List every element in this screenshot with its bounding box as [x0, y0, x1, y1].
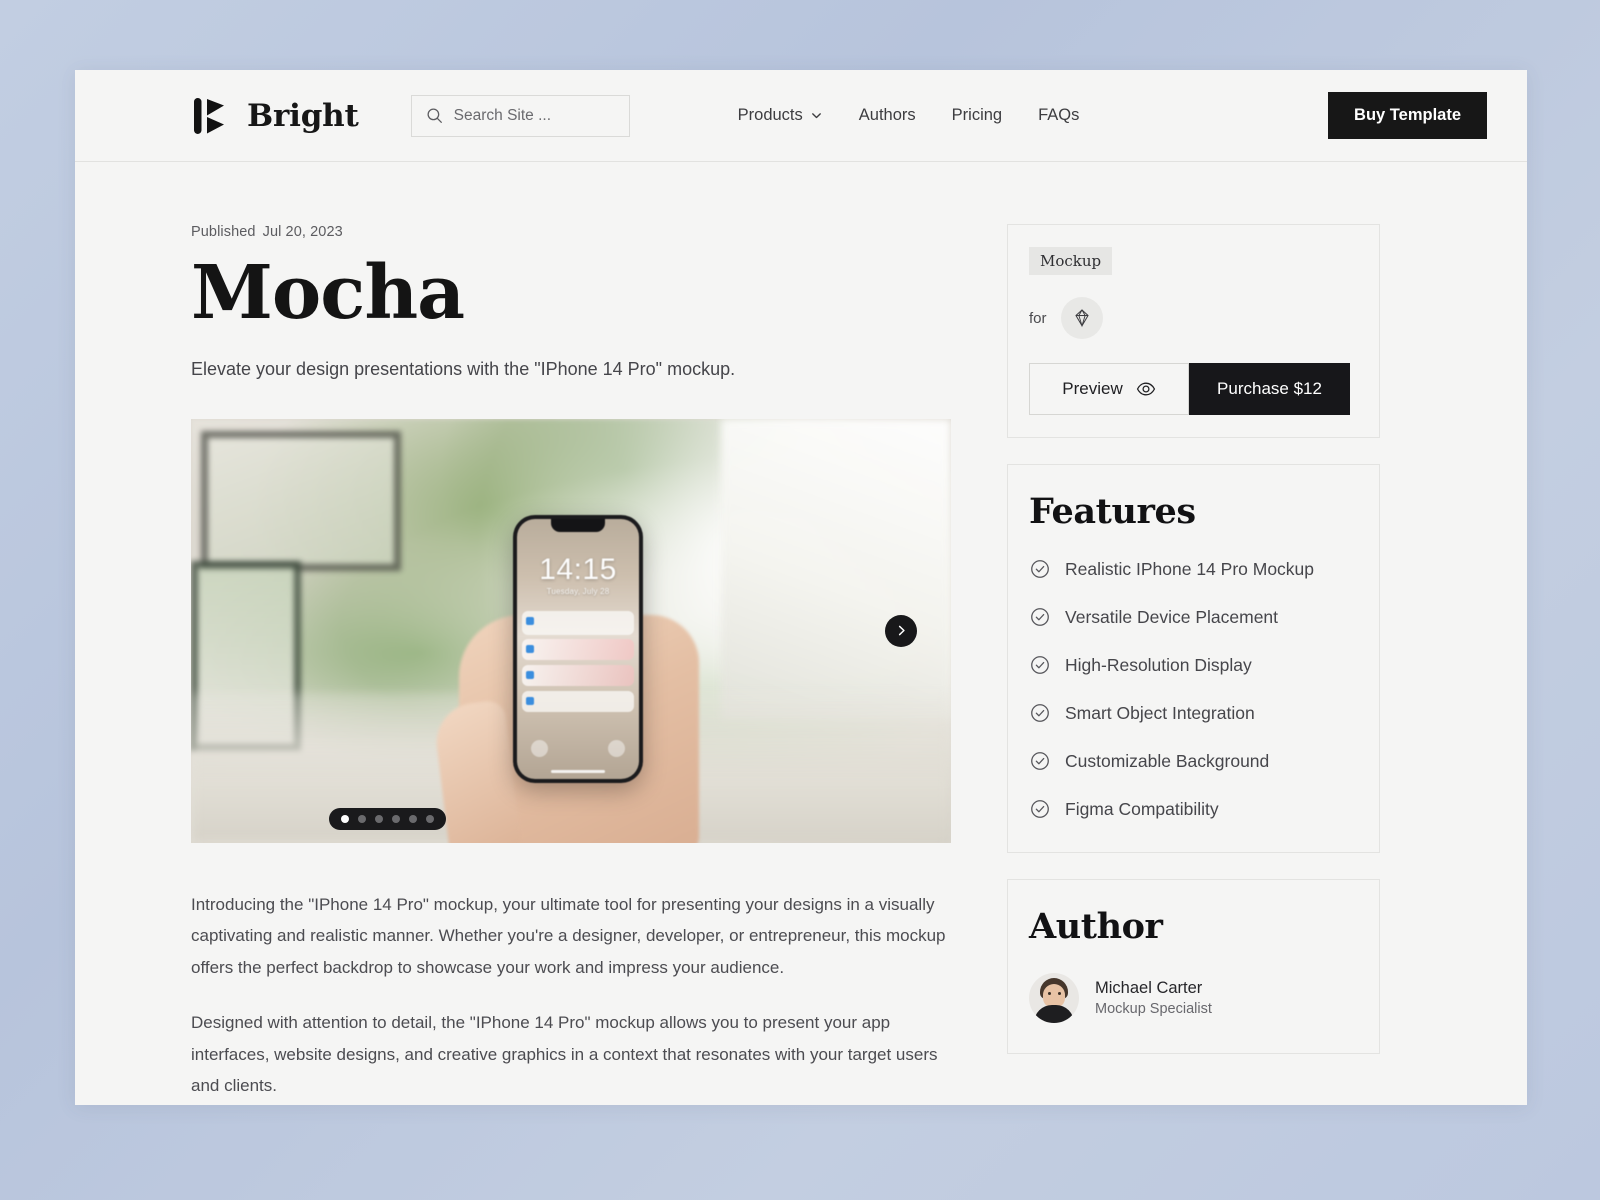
image-carousel[interactable]: 14:15 Tuesday, July 28 — [191, 418, 951, 843]
carousel-dot-1[interactable] — [341, 814, 349, 823]
author-name: Michael Carter — [1095, 979, 1203, 997]
check-circle-icon — [1029, 558, 1051, 580]
lockscreen-notification — [522, 690, 634, 712]
flashlight-icon — [531, 739, 548, 757]
compatible-tool-row: for — [1029, 297, 1359, 339]
nav-item-faqs[interactable]: FAQs — [1038, 106, 1079, 125]
features-heading: Features — [1029, 491, 1196, 532]
feature-label: Customizable Background — [1065, 750, 1270, 771]
sketch-diamond-icon[interactable] — [1060, 297, 1103, 339]
page-title: Mocha — [191, 250, 465, 336]
notification-app-icon — [526, 616, 534, 625]
preview-button-label: Preview — [1062, 379, 1123, 398]
feature-item: Realistic IPhone 14 Pro Mockup — [1029, 558, 1357, 580]
article-paragraph-2: Designed with attention to detail, the "… — [191, 1013, 938, 1096]
notification-app-icon — [526, 696, 534, 705]
carousel-dot-3[interactable] — [375, 814, 383, 823]
iphone-mockup: 14:15 Tuesday, July 28 — [513, 514, 643, 783]
author-role: Mockup Specialist — [1095, 1001, 1212, 1017]
background-window — [721, 418, 951, 719]
feature-label: Smart Object Integration — [1065, 702, 1255, 723]
iphone-notch — [551, 518, 605, 532]
eye-icon — [1136, 379, 1156, 399]
feature-item: Versatile Device Placement — [1029, 606, 1357, 628]
chevron-down-icon — [810, 109, 823, 122]
buy-template-button[interactable]: Buy Template — [1328, 92, 1487, 139]
purchase-card: Mockup for Preview Purchase $12 — [1007, 224, 1380, 438]
avatar-body — [1034, 1005, 1074, 1023]
camera-icon — [608, 739, 625, 757]
lockscreen-notification — [522, 638, 634, 660]
check-circle-icon — [1029, 654, 1051, 676]
carousel-dot-5[interactable] — [409, 814, 417, 823]
notification-app-icon — [526, 644, 534, 653]
avatar — [1029, 973, 1079, 1023]
article-paragraph-1: Introducing the "IPhone 14 Pro" mockup, … — [191, 894, 946, 977]
background-picture-frame — [201, 430, 401, 571]
carousel-dot-4[interactable] — [392, 814, 400, 823]
category-tag[interactable]: Mockup — [1029, 247, 1113, 275]
carousel-next-button[interactable] — [885, 614, 917, 647]
published-label: Published — [191, 224, 256, 240]
main-nav: Products Authors Pricing FAQs — [738, 106, 1080, 125]
avatar-eye-right — [1058, 992, 1061, 995]
brand-name: Bright — [247, 97, 359, 134]
nav-item-products[interactable]: Products — [738, 106, 823, 125]
content-area: Published Jul 20, 2023 Mocha Elevate your… — [75, 162, 1527, 1105]
article-body: Introducing the "IPhone 14 Pro" mockup, … — [191, 889, 951, 1102]
published-date: Jul 20, 2023 — [262, 224, 343, 240]
sidebar: Mockup for Preview Purchase $12 Features… — [1007, 224, 1380, 1105]
search-field[interactable] — [453, 106, 615, 125]
chevron-right-icon — [895, 624, 908, 637]
brand-logo[interactable]: Bright — [191, 94, 359, 138]
nav-item-products-label: Products — [737, 106, 803, 124]
iphone-lockscreen: 14:15 Tuesday, July 28 — [517, 518, 639, 779]
article-subtitle: Elevate your design presentations with t… — [191, 358, 736, 379]
check-circle-icon — [1029, 606, 1051, 628]
author-card: Author Michael Carter Mockup Specialist — [1007, 879, 1380, 1054]
lockscreen-date: Tuesday, July 28 — [546, 586, 610, 596]
avatar-eye-left — [1048, 992, 1051, 995]
published-meta: Published Jul 20, 2023 — [191, 224, 951, 240]
feature-label: Figma Compatibility — [1065, 798, 1219, 819]
nav-item-pricing[interactable]: Pricing — [952, 106, 1002, 125]
feature-label: Realistic IPhone 14 Pro Mockup — [1065, 558, 1315, 579]
browser-page: Bright Products Authors Pricin — [75, 70, 1527, 1105]
check-circle-icon — [1029, 798, 1051, 820]
author-info: Michael Carter Mockup Specialist — [1095, 979, 1212, 1017]
author-row[interactable]: Michael Carter Mockup Specialist — [1029, 973, 1357, 1023]
feature-label: High-Resolution Display — [1065, 654, 1252, 675]
for-label: for — [1029, 309, 1047, 327]
check-circle-icon — [1029, 702, 1051, 724]
lockscreen-notification — [522, 610, 634, 635]
lockscreen-time: 14:15 — [539, 552, 617, 586]
feature-item: Customizable Background — [1029, 750, 1357, 772]
site-header: Bright Products Authors Pricin — [75, 70, 1527, 162]
nav-item-authors[interactable]: Authors — [859, 106, 916, 125]
search-input[interactable] — [410, 94, 630, 137]
carousel-dot-2[interactable] — [358, 814, 366, 823]
home-indicator — [551, 769, 605, 773]
feature-label: Versatile Device Placement — [1065, 606, 1279, 627]
feature-item: Smart Object Integration — [1029, 702, 1357, 724]
purchase-actions: Preview Purchase $12 — [1029, 363, 1359, 415]
preview-button[interactable]: Preview — [1029, 363, 1189, 415]
author-heading: Author — [1029, 906, 1163, 947]
article-column: Published Jul 20, 2023 Mocha Elevate your… — [191, 224, 951, 1105]
carousel-dot-6[interactable] — [426, 814, 434, 823]
feature-item: Figma Compatibility — [1029, 798, 1357, 820]
lockscreen-notification — [522, 664, 634, 686]
check-circle-icon — [1029, 750, 1051, 772]
bright-logo-icon — [191, 94, 235, 138]
feature-item: High-Resolution Display — [1029, 654, 1357, 676]
search-icon — [426, 107, 443, 124]
features-card: Features Realistic IPhone 14 Pro Mockup — [1007, 464, 1380, 853]
purchase-button[interactable]: Purchase $12 — [1189, 363, 1350, 415]
notification-app-icon — [526, 670, 534, 679]
carousel-pagination — [329, 807, 446, 830]
